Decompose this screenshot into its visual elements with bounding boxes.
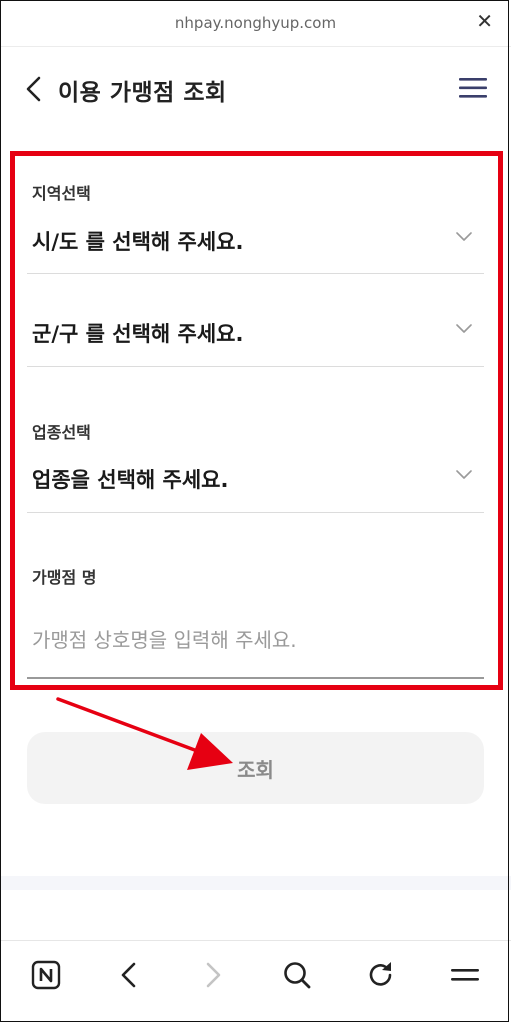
divider <box>27 512 484 513</box>
chevron-down-icon <box>456 324 472 333</box>
region-label: 지역선택 <box>32 184 91 203</box>
hamburger-menu-icon[interactable] <box>459 77 487 99</box>
nav-back-icon[interactable] <box>113 959 145 991</box>
nav-forward-icon[interactable] <box>197 959 229 991</box>
industry-label: 업종선택 <box>32 423 91 442</box>
gungu-select[interactable]: 군/구 를 선택해 주세요. <box>27 306 484 356</box>
page-title: 이용 가맹점 조회 <box>58 80 227 106</box>
screen-frame <box>0 0 509 1022</box>
divider <box>27 273 484 274</box>
page-header: 이용 가맹점 조회 <box>0 47 511 131</box>
naver-icon[interactable] <box>30 959 62 991</box>
sido-select[interactable]: 시/도 를 선택해 주세요. <box>27 214 484 264</box>
refresh-icon[interactable] <box>365 959 397 991</box>
search-icon[interactable] <box>281 959 313 991</box>
browser-bottom-bar <box>0 940 511 1025</box>
close-icon[interactable]: ✕ <box>476 11 493 31</box>
back-icon[interactable] <box>22 75 46 103</box>
nav-menu-icon[interactable] <box>449 959 481 991</box>
section-separator <box>0 876 511 890</box>
industry-select[interactable]: 업종을 선택해 주세요. <box>27 452 484 502</box>
merchant-name-label: 가맹점 명 <box>32 568 97 587</box>
chevron-down-icon <box>456 470 472 479</box>
browser-url-bar: nhpay.nonghyup.com ✕ <box>0 0 511 47</box>
sido-select-value: 시/도 를 선택해 주세요. <box>32 230 244 254</box>
gungu-select-value: 군/구 를 선택해 주세요. <box>32 322 244 346</box>
chevron-down-icon <box>456 232 472 241</box>
industry-select-value: 업종을 선택해 주세요. <box>32 468 229 492</box>
input-underline <box>27 677 484 679</box>
merchant-name-input[interactable] <box>27 616 484 664</box>
search-button[interactable]: 조회 <box>27 732 484 804</box>
url-text[interactable]: nhpay.nonghyup.com <box>0 14 511 32</box>
divider <box>27 366 484 367</box>
